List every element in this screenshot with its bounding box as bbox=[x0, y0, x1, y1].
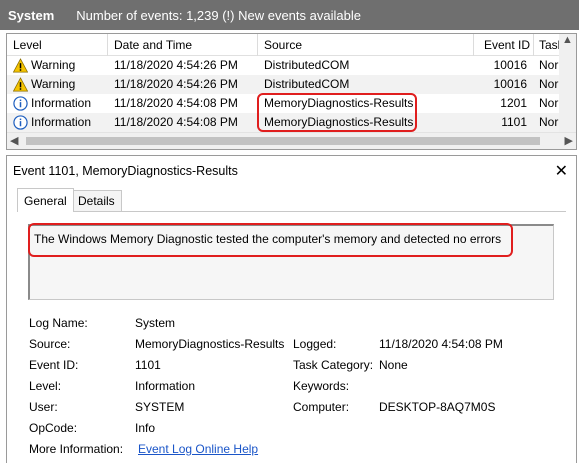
row-level: Warning bbox=[31, 58, 76, 72]
log-title-bar: System Number of events: 1,239 (!) New e… bbox=[0, 0, 579, 30]
column-header-date[interactable]: Date and Time bbox=[114, 34, 192, 56]
computer-label: Computer: bbox=[293, 400, 350, 414]
source-label: Source: bbox=[29, 337, 71, 351]
row-level: Warning bbox=[31, 77, 76, 91]
events-list[interactable]: Level Date and Time Source Event ID Task… bbox=[6, 33, 577, 150]
event-id-label: Event ID: bbox=[29, 358, 79, 372]
row-date: 11/18/2020 4:54:08 PM bbox=[114, 115, 238, 129]
logged-value: 11/18/2020 4:54:08 PM bbox=[379, 337, 503, 351]
logged-label: Logged: bbox=[293, 337, 337, 351]
description-highlight bbox=[28, 223, 513, 257]
row-date: 11/18/2020 4:54:26 PM bbox=[114, 77, 238, 91]
event-detail-pane: Event 1101, MemoryDiagnostics-Results ✕ … bbox=[6, 155, 577, 463]
tab-general[interactable]: General bbox=[17, 188, 74, 212]
horizontal-scrollbar[interactable]: ◀ ▶ bbox=[7, 132, 576, 149]
log-name-label: Log Name: bbox=[29, 316, 88, 330]
column-header-level[interactable]: Level bbox=[13, 34, 42, 56]
level-value: Information bbox=[135, 379, 196, 393]
scroll-left-arrow-icon[interactable]: ◀ bbox=[10, 134, 18, 147]
row-level: Information bbox=[31, 96, 92, 110]
row-level: Information bbox=[31, 115, 92, 129]
row-date: 11/18/2020 4:54:08 PM bbox=[114, 96, 238, 110]
row-task: Nor bbox=[539, 96, 559, 110]
scroll-right-arrow-icon[interactable]: ▶ bbox=[565, 134, 573, 147]
task-category-value: None bbox=[379, 358, 408, 372]
task-category-label: Task Category: bbox=[293, 358, 374, 372]
event-count-info: Number of events: 1,239 (!) New events a… bbox=[76, 7, 361, 23]
row-date: 11/18/2020 4:54:26 PM bbox=[114, 58, 238, 72]
column-header-event-id[interactable]: Event ID bbox=[484, 34, 530, 56]
row-event-id: 1101 bbox=[501, 115, 527, 129]
user-value: SYSTEM bbox=[135, 400, 185, 414]
vertical-scrollbar[interactable]: ▲ bbox=[559, 34, 576, 134]
log-name: System bbox=[8, 7, 55, 23]
opcode-value: Info bbox=[135, 421, 156, 435]
row-event-id: 10016 bbox=[493, 77, 527, 91]
level-label: Level: bbox=[29, 379, 62, 393]
keywords-label: Keywords: bbox=[293, 379, 350, 393]
warning-icon bbox=[13, 58, 28, 73]
column-header-source[interactable]: Source bbox=[264, 34, 302, 56]
horizontal-scroll-thumb[interactable] bbox=[26, 137, 540, 145]
log-name-value: System bbox=[135, 316, 176, 330]
tab-divider bbox=[17, 211, 566, 212]
source-value: MemoryDiagnostics-Results bbox=[135, 337, 285, 351]
events-header: Level Date and Time Source Event ID Task bbox=[7, 34, 576, 56]
tab-details[interactable]: Details bbox=[71, 190, 122, 212]
event-detail-title: Event 1101, MemoryDiagnostics-Results bbox=[13, 164, 238, 178]
row-source: DistributedCOM bbox=[264, 77, 350, 91]
row-event-id: 1201 bbox=[500, 96, 527, 110]
warning-icon bbox=[13, 77, 28, 92]
event-log-help-link[interactable]: Event Log Online Help bbox=[138, 442, 258, 456]
computer-value: DESKTOP-8AQ7M0S bbox=[379, 400, 496, 414]
source-highlight bbox=[257, 93, 417, 132]
row-task: Nor bbox=[539, 58, 559, 72]
opcode-label: OpCode: bbox=[29, 421, 78, 435]
more-info-label: More Information: bbox=[29, 442, 124, 456]
user-label: User: bbox=[29, 400, 58, 414]
row-source: DistributedCOM bbox=[264, 58, 350, 72]
close-icon[interactable]: ✕ bbox=[555, 161, 568, 181]
information-icon bbox=[13, 96, 28, 111]
row-task: Nor bbox=[539, 115, 559, 129]
table-row[interactable]: Warning 11/18/2020 4:54:26 PM Distribute… bbox=[7, 56, 576, 75]
row-task: Nor bbox=[539, 77, 559, 91]
event-id-value: 1101 bbox=[135, 358, 161, 372]
row-event-id: 10016 bbox=[493, 58, 527, 72]
table-row[interactable]: Warning 11/18/2020 4:54:26 PM Distribute… bbox=[7, 75, 576, 94]
information-icon bbox=[13, 115, 28, 130]
scroll-up-arrow-icon[interactable]: ▲ bbox=[562, 34, 573, 46]
